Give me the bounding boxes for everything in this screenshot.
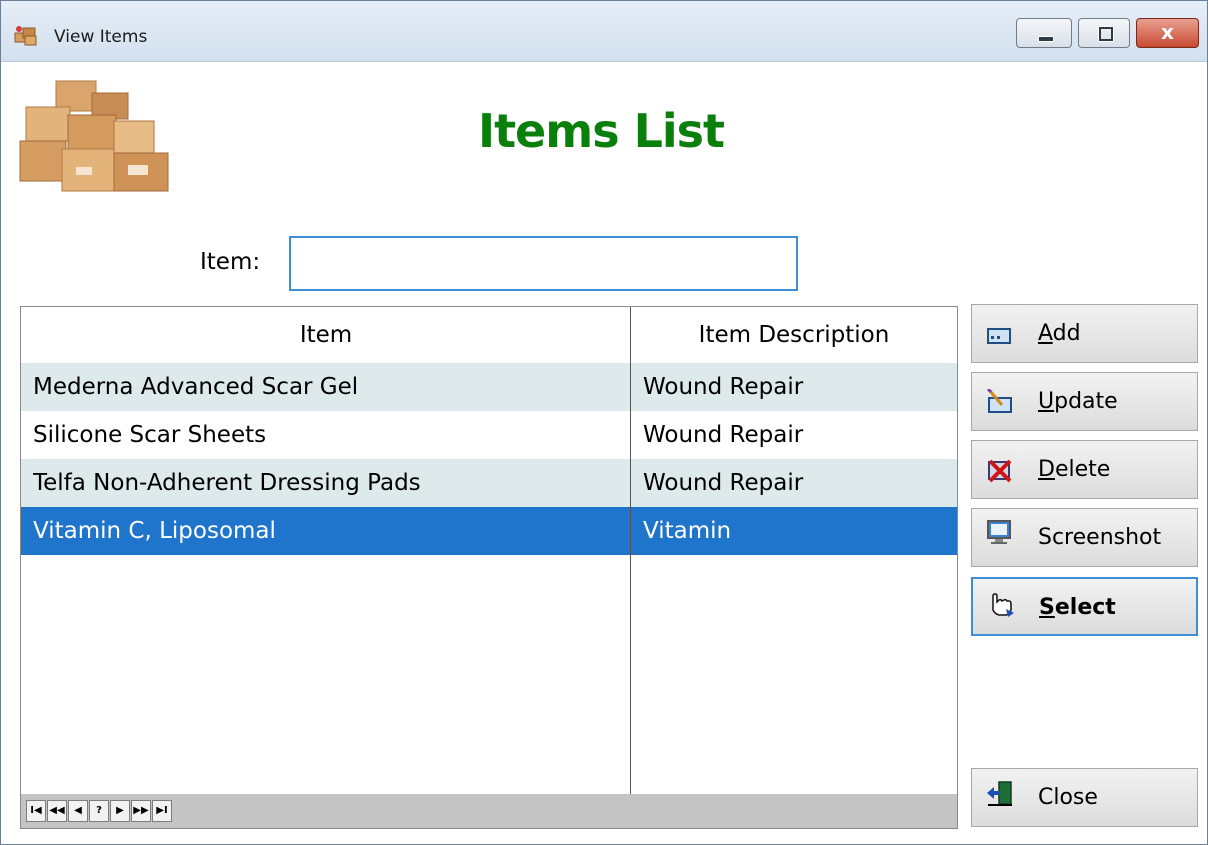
add-button-label: Add <box>1038 321 1081 346</box>
item-cell: Telfa Non-Adherent Dressing Pads <box>33 470 421 496</box>
item-cell: Mederna Advanced Scar Gel <box>33 374 359 400</box>
screenshot-button-label: Screenshot <box>1038 525 1162 550</box>
description-cell: Wound Repair <box>643 422 804 448</box>
previous-record-button[interactable]: ◀ <box>68 800 88 822</box>
select-button-label: Select <box>1039 595 1116 620</box>
grid-header: Item Item Description <box>21 307 957 363</box>
close-icon: x <box>1161 20 1174 44</box>
maximize-button[interactable] <box>1078 18 1130 48</box>
select-button[interactable]: Select <box>971 577 1198 636</box>
first-record-button[interactable]: I◀ <box>26 800 46 822</box>
item-search-label: Item: <box>200 249 261 275</box>
title-bar[interactable]: View Items x <box>1 1 1207 62</box>
exit-door-icon <box>987 781 1012 806</box>
table-row-selected[interactable]: Vitamin C, Liposomal Vitamin <box>21 507 957 555</box>
close-button[interactable]: Close <box>971 768 1198 827</box>
page-title: Items List <box>477 104 725 158</box>
window-title: View Items <box>54 27 148 47</box>
description-cell: Wound Repair <box>643 374 804 400</box>
column-header-item[interactable]: Item <box>21 307 631 363</box>
next-page-button[interactable]: ▶▶ <box>131 800 151 822</box>
update-button-label: Update <box>1038 389 1118 414</box>
delete-button[interactable]: Delete <box>971 440 1198 499</box>
column-header-description[interactable]: Item Description <box>631 307 957 363</box>
previous-page-button[interactable]: ◀◀ <box>47 800 67 822</box>
item-search-input[interactable] <box>289 236 798 291</box>
record-navigator: I◀ ◀◀ ◀ ? ▶ ▶▶ ▶I <box>21 794 957 828</box>
update-button[interactable]: Update <box>971 372 1198 431</box>
delete-x-icon <box>988 459 1012 483</box>
delete-button-label: Delete <box>1038 457 1111 482</box>
boxes-logo <box>19 80 169 192</box>
edit-pencil-icon <box>986 389 1012 413</box>
add-button[interactable]: Add <box>971 304 1198 363</box>
item-cell: Vitamin C, Liposomal <box>33 518 276 544</box>
item-cell: Silicone Scar Sheets <box>33 422 267 448</box>
view-items-window: View Items x Items List Item: Item Item … <box>0 0 1208 845</box>
minimize-button[interactable] <box>1016 18 1072 48</box>
close-button-label: Close <box>1038 785 1098 810</box>
table-row[interactable]: Silicone Scar Sheets Wound Repair <box>21 411 957 459</box>
description-cell: Vitamin <box>643 518 732 544</box>
search-record-button[interactable]: ? <box>89 800 109 822</box>
hand-pointer-icon <box>992 593 1014 617</box>
screenshot-button[interactable]: Screenshot <box>971 508 1198 567</box>
add-form-icon <box>987 328 1011 344</box>
description-cell: Wound Repair <box>643 470 804 496</box>
column-divider[interactable] <box>630 307 631 794</box>
boxes-app-icon <box>14 26 37 46</box>
screenshot-icon <box>987 520 1011 544</box>
table-row[interactable]: Telfa Non-Adherent Dressing Pads Wound R… <box>21 459 957 507</box>
table-row[interactable]: Mederna Advanced Scar Gel Wound Repair <box>21 363 957 411</box>
items-grid[interactable]: Item Item Description Mederna Advanced S… <box>20 306 958 829</box>
next-record-button[interactable]: ▶ <box>110 800 130 822</box>
last-record-button[interactable]: ▶I <box>152 800 172 822</box>
window-close-button[interactable]: x <box>1136 18 1199 48</box>
